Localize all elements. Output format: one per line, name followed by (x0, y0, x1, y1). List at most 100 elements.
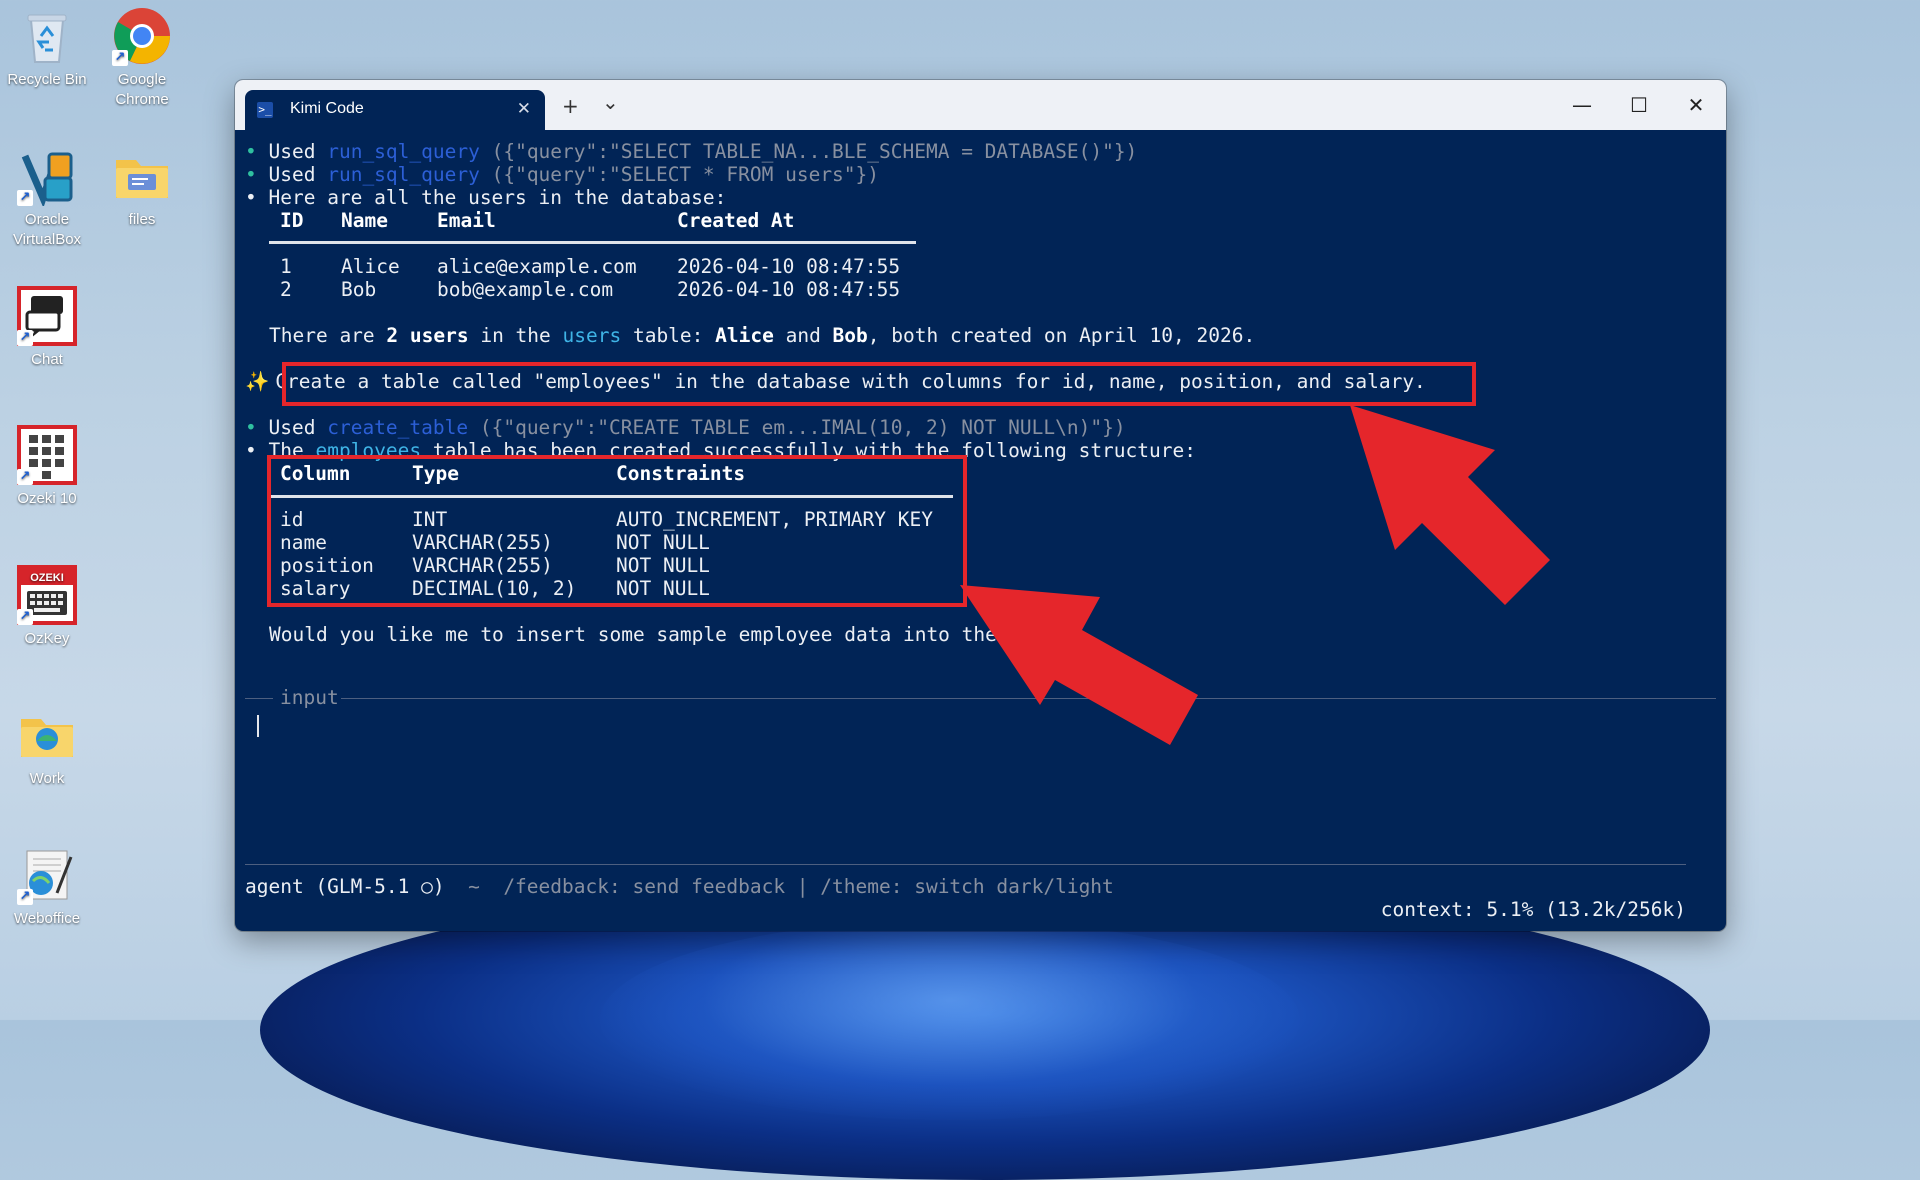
tab-title: Kimi Code (290, 100, 364, 117)
tool-name: run_sql_query (327, 140, 480, 163)
used-label: Used (268, 416, 316, 439)
status-rule (245, 864, 1686, 865)
table-cell: Bob (341, 278, 377, 301)
tool-call-line: • Used run_sql_query ({"query":"SELECT T… (245, 140, 1137, 163)
shortcut-arrow-icon: ↗ (112, 50, 128, 66)
bullet: • (245, 186, 257, 209)
input-label: input (280, 686, 339, 709)
followup-question: Would you like me to insert some sample … (269, 623, 1080, 646)
desktop-icon-label: Ozeki 10 (17, 490, 77, 507)
table-cell: Alice (341, 255, 400, 278)
svg-text:OZEKI: OZEKI (30, 572, 64, 584)
desktop-icon-label: Recycle Bin (7, 71, 87, 88)
context-usage: context: 5.1% (13.2k/256k) (1380, 898, 1686, 921)
chrome-icon: ↗ (112, 6, 172, 66)
bullet: • (245, 416, 257, 439)
title-bar: >_ Kimi Code ✕ + ⌄ — ☐ ✕ (235, 80, 1726, 130)
tool-call-line: • Used create_table ({"query":"CREATE TA… (245, 416, 1126, 439)
users-summary: There are 2 users in the users table: Al… (269, 324, 1255, 347)
text: in the (468, 324, 563, 347)
red-arrow-upper-icon (1350, 405, 1550, 605)
shortcut-arrow-icon: ↗ (17, 469, 33, 485)
maximize-button[interactable]: ☐ (1611, 89, 1667, 121)
recycle-bin-icon (17, 6, 77, 66)
virtualbox-icon: ↗ (17, 146, 77, 208)
shortcut-arrow-icon: ↗ (17, 609, 33, 625)
table-cell: 1 (280, 255, 292, 278)
close-tab-icon[interactable]: ✕ (517, 99, 531, 119)
text: , both created on April 10, 2026. (867, 324, 1256, 347)
users-header-name: Name (341, 209, 388, 232)
users-header-id: ID (280, 209, 304, 232)
work-folder-icon (17, 705, 77, 765)
ozkey-keyboard-icon: OZEKI ↗ (17, 565, 77, 625)
users-header-email: Email (437, 209, 496, 232)
tab-dropdown-icon[interactable]: ⌄ (602, 90, 619, 114)
red-arrow-lower-icon (960, 585, 1198, 745)
bullet: • (245, 140, 257, 163)
table-cell: 2026-04-10 08:47:55 (677, 278, 901, 301)
users-header-created: Created At (677, 209, 795, 232)
close-window-button[interactable]: ✕ (1668, 89, 1724, 121)
shortcut-arrow-icon: ↗ (17, 889, 33, 905)
users-intro: Here are all the users in the database: (268, 186, 727, 209)
input-rule-left (245, 698, 273, 699)
weboffice-icon: ↗ (17, 845, 77, 905)
desktop-icon-ozeki-10[interactable]: ↗ Ozeki 10 (4, 425, 90, 509)
user-name: Bob (832, 324, 868, 347)
table-cell: alice@example.com (437, 255, 637, 278)
desktop-icon-recycle-bin[interactable]: Recycle Bin (4, 6, 90, 90)
powershell-icon: >_ (257, 102, 273, 118)
desktop-icon-label: Weboffice (13, 910, 81, 927)
user-count: 2 users (386, 324, 469, 347)
desktop-icon-files[interactable]: files (99, 146, 185, 230)
table-cell: 2026-04-10 08:47:55 (677, 255, 901, 278)
wallpaper-glow (600, 920, 1300, 1120)
tool-name: run_sql_query (327, 163, 480, 186)
desktop-icon-label: Oracle VirtualBox (12, 211, 82, 248)
desktop-icon-weboffice[interactable]: ↗ Weboffice (4, 845, 90, 929)
new-tab-button[interactable]: + (562, 94, 579, 118)
highlight-box-prompt (282, 362, 1476, 406)
text: table: (621, 324, 716, 347)
table-cell: 2 (280, 278, 292, 301)
tool-args: ({"query":"SELECT TABLE_NA...BLE_SCHEMA … (491, 140, 1138, 163)
used-label: Used (268, 163, 316, 186)
table-cell: bob@example.com (437, 278, 614, 301)
folder-icon (112, 146, 172, 206)
highlight-box-schema (267, 455, 967, 607)
text: There are (269, 324, 387, 347)
tool-call-line: • Used run_sql_query ({"query":"SELECT *… (245, 163, 879, 186)
tool-args: ({"query":"CREATE TABLE em...IMAL(10, 2)… (479, 416, 1126, 439)
desktop-icon-oracle-virtualbox[interactable]: ↗ Oracle VirtualBox (4, 146, 90, 250)
text: and (773, 324, 833, 347)
tool-name: create_table (327, 416, 469, 439)
desktop-icon-label: OzKey (24, 630, 70, 647)
desktop-icon-google-chrome[interactable]: ↗ Google Chrome (99, 6, 185, 110)
user-name: Alice (715, 324, 774, 347)
status-separator: ~ (468, 875, 480, 898)
users-table-rule (269, 241, 916, 244)
desktop-icon-label: files (128, 211, 156, 228)
shortcut-arrow-icon: ↗ (17, 190, 33, 206)
chat-icon: ↗ (17, 286, 77, 346)
sparkle-icon: ✨ (245, 370, 270, 393)
desktop-icon-chat[interactable]: ↗ Chat (4, 286, 90, 370)
desktop-icon-label: Work (29, 770, 65, 787)
tab-kimi-code[interactable]: >_ Kimi Code ✕ (245, 90, 545, 130)
table-name: users (562, 324, 622, 347)
desktop-icon-ozkey[interactable]: OZEKI ↗ OzKey (4, 565, 90, 649)
input-cursor[interactable] (257, 715, 259, 737)
ozeki-keypad-icon: ↗ (17, 425, 77, 485)
bullet: • (245, 163, 257, 186)
minimize-button[interactable]: — (1554, 89, 1610, 121)
desktop-icon-label: Chat (31, 351, 63, 368)
shortcut-arrow-icon: ↗ (17, 330, 33, 346)
bullet: • (245, 439, 257, 462)
desktop-icon-work[interactable]: Work (4, 705, 90, 789)
tool-args: ({"query":"SELECT * FROM users"}) (491, 163, 880, 186)
response-line: • Here are all the users in the database… (245, 186, 726, 209)
command-hints: /feedback: send feedback | /theme: switc… (503, 875, 1114, 898)
desktop-icon-label: Google Chrome (115, 71, 169, 108)
agent-model: agent (GLM-5.1 ○) (245, 875, 445, 898)
